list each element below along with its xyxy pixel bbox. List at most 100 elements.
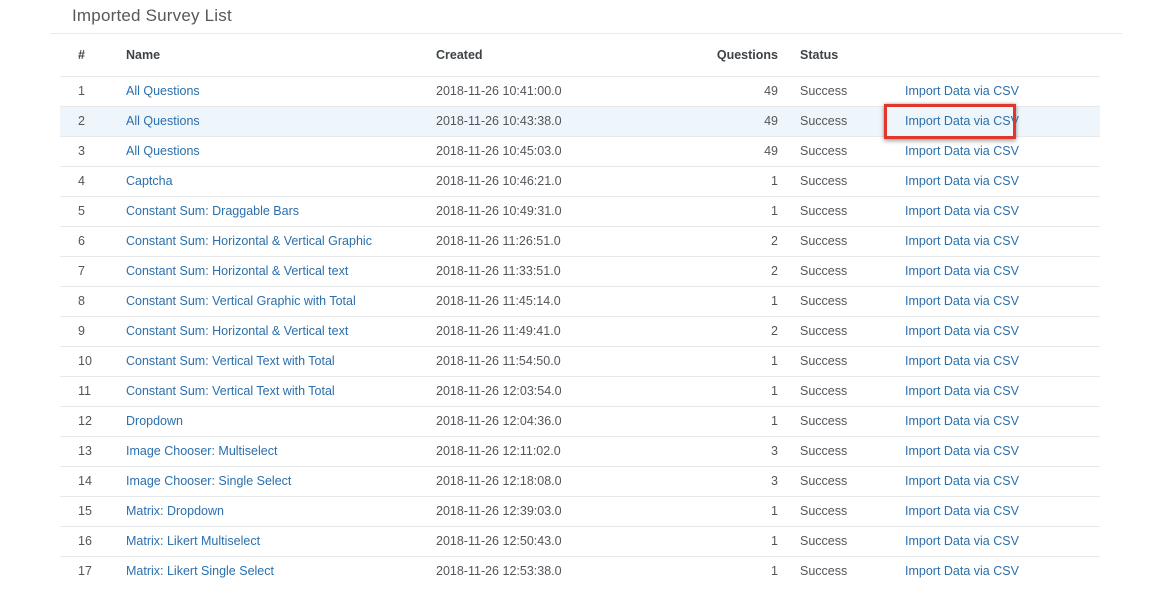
import-csv-cell: Import Data via CSV [883, 346, 1100, 376]
row-number: 15 [60, 496, 108, 526]
survey-name-cell: Dropdown [108, 406, 418, 436]
survey-name-cell: Constant Sum: Horizontal & Vertical text [108, 316, 418, 346]
row-number: 11 [60, 376, 108, 406]
survey-name-cell: Matrix: Likert Single Select [108, 556, 418, 586]
row-number: 14 [60, 466, 108, 496]
survey-name-cell: All Questions [108, 136, 418, 166]
import-csv-link[interactable]: Import Data via CSV [905, 234, 1019, 248]
status-text: Success [778, 286, 883, 316]
questions-count: 3 [698, 466, 778, 496]
survey-name-link[interactable]: Dropdown [126, 414, 183, 428]
status-text: Success [778, 406, 883, 436]
table-row: 10Constant Sum: Vertical Text with Total… [60, 346, 1100, 376]
questions-count: 1 [698, 166, 778, 196]
survey-name-link[interactable]: Captcha [126, 174, 173, 188]
survey-name-link[interactable]: Constant Sum: Vertical Graphic with Tota… [126, 294, 356, 308]
survey-name-link[interactable]: Image Chooser: Single Select [126, 474, 291, 488]
created-timestamp: 2018-11-26 11:45:14.0 [418, 286, 698, 316]
table-row: 4Captcha2018-11-26 10:46:21.01SuccessImp… [60, 166, 1100, 196]
column-header-status: Status [778, 34, 883, 76]
import-csv-link[interactable]: Import Data via CSV [905, 144, 1019, 158]
column-header-name: Name [108, 34, 418, 76]
survey-name-link[interactable]: Matrix: Likert Single Select [126, 564, 274, 578]
questions-count: 1 [698, 346, 778, 376]
import-csv-link[interactable]: Import Data via CSV [905, 504, 1019, 518]
import-csv-cell: Import Data via CSV [883, 256, 1100, 286]
survey-name-link[interactable]: Constant Sum: Vertical Text with Total [126, 354, 335, 368]
created-timestamp: 2018-11-26 11:26:51.0 [418, 226, 698, 256]
import-csv-link[interactable]: Import Data via CSV [905, 84, 1019, 98]
created-timestamp: 2018-11-26 11:49:41.0 [418, 316, 698, 346]
row-number: 4 [60, 166, 108, 196]
created-timestamp: 2018-11-26 11:33:51.0 [418, 256, 698, 286]
survey-name-link[interactable]: Constant Sum: Draggable Bars [126, 204, 299, 218]
survey-name-link[interactable]: Constant Sum: Horizontal & Vertical text [126, 324, 348, 338]
import-csv-link[interactable]: Import Data via CSV [905, 114, 1019, 128]
status-text: Success [778, 316, 883, 346]
imported-survey-table: # Name Created Questions Status 1 All Que… [60, 34, 1100, 586]
survey-name-link[interactable]: All Questions [126, 114, 200, 128]
import-csv-link[interactable]: Import Data via CSV [905, 534, 1019, 548]
created-timestamp: 2018-11-26 12:18:08.0 [418, 466, 698, 496]
table-row: 8Constant Sum: Vertical Graphic with Tot… [60, 286, 1100, 316]
import-csv-link[interactable]: Import Data via CSV [905, 414, 1019, 428]
row-number: 13 [60, 436, 108, 466]
page-title: Imported Survey List [0, 0, 1159, 33]
survey-name-cell: Constant Sum: Horizontal & Vertical text [108, 256, 418, 286]
survey-name-link[interactable]: Matrix: Dropdown [126, 504, 224, 518]
survey-name-link[interactable]: Constant Sum: Vertical Text with Total [126, 384, 335, 398]
import-csv-cell: Import Data via CSV [883, 136, 1100, 166]
import-csv-link[interactable]: Import Data via CSV [905, 564, 1019, 578]
created-timestamp: 2018-11-26 10:49:31.0 [418, 196, 698, 226]
questions-count: 1 [698, 286, 778, 316]
import-csv-cell: Import Data via CSV [883, 196, 1100, 226]
survey-name-cell: Constant Sum: Vertical Graphic with Tota… [108, 286, 418, 316]
status-text: Success [778, 346, 883, 376]
import-csv-cell: Import Data via CSV [883, 496, 1100, 526]
survey-name-link[interactable]: All Questions [126, 144, 200, 158]
column-header-created: Created [418, 34, 698, 76]
row-number: 17 [60, 556, 108, 586]
created-timestamp: 2018-11-26 12:50:43.0 [418, 526, 698, 556]
survey-name-cell: Constant Sum: Vertical Text with Total [108, 346, 418, 376]
created-timestamp: 2018-11-26 11:54:50.0 [418, 346, 698, 376]
survey-name-link[interactable]: Image Chooser: Multiselect [126, 444, 277, 458]
questions-count: 1 [698, 556, 778, 586]
status-text: Success [778, 76, 883, 106]
status-text: Success [778, 196, 883, 226]
import-csv-link[interactable]: Import Data via CSV [905, 354, 1019, 368]
import-csv-cell: Import Data via CSV [883, 226, 1100, 256]
import-csv-cell: Import Data via CSV [883, 166, 1100, 196]
table-row: 7Constant Sum: Horizontal & Vertical tex… [60, 256, 1100, 286]
status-text: Success [778, 226, 883, 256]
import-csv-cell: Import Data via CSV [883, 556, 1100, 586]
status-text: Success [778, 466, 883, 496]
import-csv-cell: Import Data via CSV [883, 436, 1100, 466]
status-text: Success [778, 556, 883, 586]
survey-name-link[interactable]: Constant Sum: Horizontal & Vertical Grap… [126, 234, 372, 248]
table-row: 17Matrix: Likert Single Select2018-11-26… [60, 556, 1100, 586]
created-timestamp: 2018-11-26 12:04:36.0 [418, 406, 698, 436]
row-number: 2 [60, 106, 108, 136]
import-csv-link[interactable]: Import Data via CSV [905, 264, 1019, 278]
import-csv-link[interactable]: Import Data via CSV [905, 294, 1019, 308]
status-text: Success [778, 136, 883, 166]
status-text: Success [778, 436, 883, 466]
import-csv-link[interactable]: Import Data via CSV [905, 384, 1019, 398]
survey-name-link[interactable]: Matrix: Likert Multiselect [126, 534, 260, 548]
questions-count: 49 [698, 136, 778, 166]
created-timestamp: 2018-11-26 12:39:03.0 [418, 496, 698, 526]
row-number: 16 [60, 526, 108, 556]
row-number: 12 [60, 406, 108, 436]
survey-name-cell: Image Chooser: Multiselect [108, 436, 418, 466]
survey-name-link[interactable]: All Questions [126, 84, 200, 98]
import-csv-link[interactable]: Import Data via CSV [905, 204, 1019, 218]
row-number: 5 [60, 196, 108, 226]
survey-name-link[interactable]: Constant Sum: Horizontal & Vertical text [126, 264, 348, 278]
import-csv-link[interactable]: Import Data via CSV [905, 444, 1019, 458]
import-csv-link[interactable]: Import Data via CSV [905, 174, 1019, 188]
import-csv-link[interactable]: Import Data via CSV [905, 324, 1019, 338]
import-csv-link[interactable]: Import Data via CSV [905, 474, 1019, 488]
created-timestamp: 2018-11-26 12:11:02.0 [418, 436, 698, 466]
table-header-row: # Name Created Questions Status [60, 34, 1100, 76]
